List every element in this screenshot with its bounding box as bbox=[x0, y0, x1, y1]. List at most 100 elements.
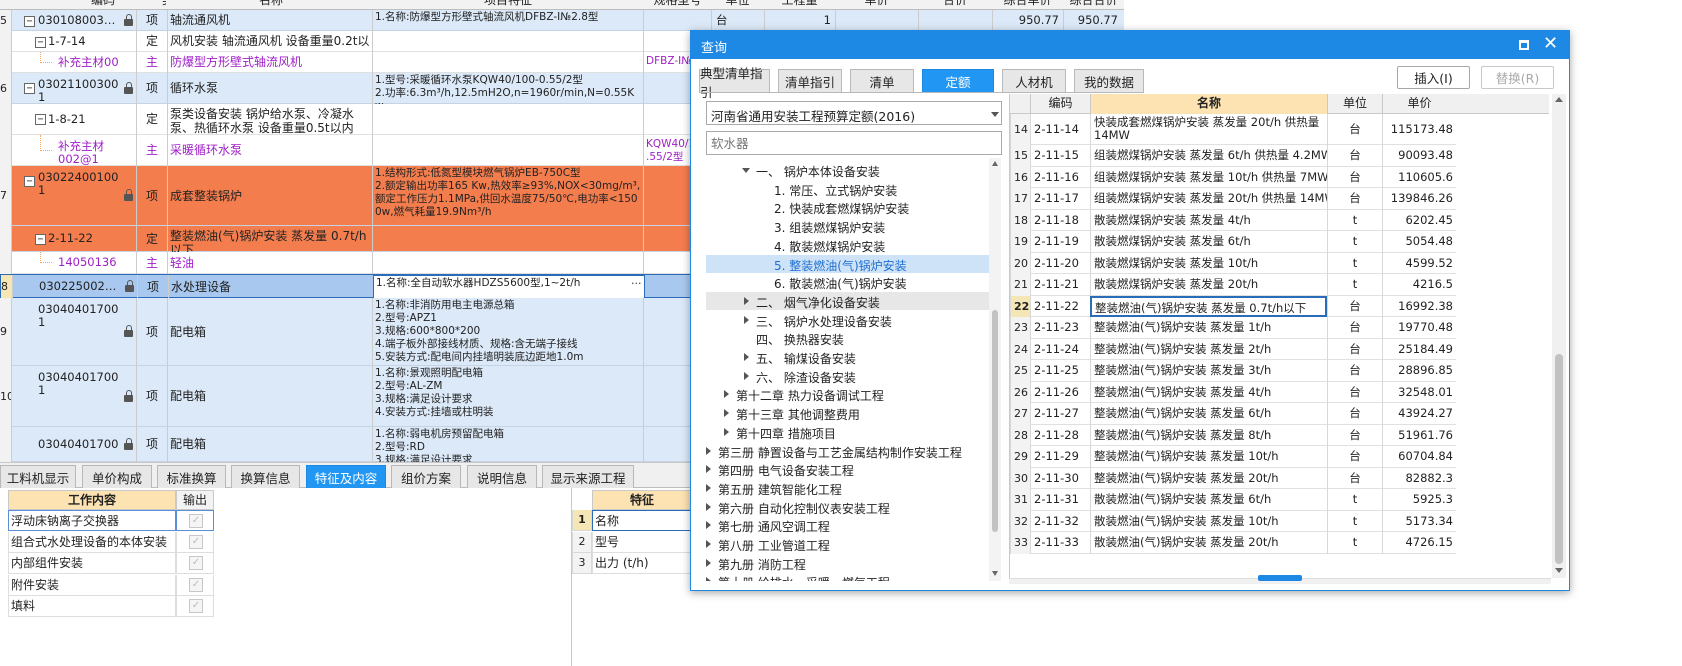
tree-node[interactable]: 4. 散装燃煤锅炉安装 bbox=[706, 236, 989, 254]
dialog-tab[interactable]: 典型清单指引 bbox=[699, 66, 770, 100]
tree-arrow-icon[interactable] bbox=[706, 540, 711, 548]
splitter-handle[interactable] bbox=[1258, 575, 1302, 581]
grid-row[interactable]: 18 2-11-18 散装燃煤锅炉安装 蒸发量 4t/h t 6202.45 bbox=[1010, 209, 1456, 231]
grid-row[interactable]: 26 2-11-26 整装燃油(气)锅炉安装 蒸发量 4t/h 台 32548.01 bbox=[1010, 381, 1456, 403]
grid-row[interactable]: 21 2-11-21 散装燃煤锅炉安装 蒸发量 20t/h t 4216.5 bbox=[1010, 274, 1456, 296]
tree-arrow-icon[interactable] bbox=[706, 577, 711, 581]
dialog-tab[interactable]: 人材机 bbox=[1002, 69, 1066, 93]
grid-row[interactable]: 27 2-11-27 整装燃油(气)锅炉安装 蒸发量 6t/h 台 43924.27 bbox=[1010, 403, 1456, 425]
grid-row[interactable]: 22 2-11-22 整装燃油(气)锅炉安装 蒸发量 0.7t/h以下台 16992.… bbox=[1010, 295, 1456, 317]
grid-row[interactable]: 28 2-11-28 整装燃油(气)锅炉安装 蒸发量 8t/h 台 51961.76 bbox=[1010, 424, 1456, 446]
insert-button[interactable]: 插入(I) bbox=[1397, 66, 1470, 89]
tree-arrow-icon[interactable] bbox=[706, 446, 711, 455]
tree-arrow-icon[interactable] bbox=[742, 168, 750, 173]
feature-row-name[interactable]: 出力 (t/h) bbox=[592, 553, 692, 574]
tree-node[interactable]: 2. 快装成套燃煤锅炉安装 bbox=[706, 198, 989, 216]
tree-arrow-icon[interactable] bbox=[724, 390, 729, 399]
work-content-item[interactable]: 浮动床钠离子交换器 bbox=[8, 510, 176, 531]
grid-col-header[interactable]: 单位 bbox=[1327, 94, 1382, 114]
tree-node[interactable]: 第八册 工业管道工程 bbox=[706, 535, 989, 553]
grid-row[interactable]: 32 2-11-32 散装燃油(气)锅炉安装 蒸发量 10t/h t 5173.34 bbox=[1010, 510, 1456, 532]
maximize-icon[interactable] bbox=[1519, 40, 1529, 50]
tree-arrow-icon[interactable] bbox=[744, 315, 749, 324]
grid-row[interactable]: 19 2-11-19 散装燃煤锅炉安装 蒸发量 6t/h t 5054.48 bbox=[1010, 231, 1456, 253]
tree-arrow-icon[interactable] bbox=[706, 558, 711, 567]
tree-arrow-icon[interactable] bbox=[706, 521, 711, 530]
tree-node[interactable]: 第九册 消防工程 bbox=[706, 554, 989, 572]
dialog-tab[interactable]: 我的数据 bbox=[1074, 69, 1144, 93]
grid-col-header[interactable]: 编码 bbox=[1030, 94, 1090, 114]
grid-row[interactable]: 16 2-11-16 组装燃煤锅炉安装 蒸发量 10t/h 供热量 7MW 台 1106… bbox=[1010, 166, 1456, 188]
row-feature[interactable] bbox=[372, 135, 644, 166]
tree-node[interactable]: 六、 除渣设备安装 bbox=[706, 367, 989, 385]
tree-arrow-icon[interactable] bbox=[744, 353, 749, 361]
close-icon[interactable]: ✕ bbox=[1543, 35, 1558, 53]
dialog-tab[interactable]: 清单 bbox=[850, 69, 914, 93]
tree-arrow-icon[interactable] bbox=[706, 483, 711, 492]
tree-node[interactable]: 第十二章 热力设备调试工程 bbox=[706, 385, 989, 403]
tree-node[interactable]: 二、 烟气净化设备安装 bbox=[706, 291, 989, 310]
work-content-item[interactable]: 组合式水处理设备的本体安装 bbox=[8, 531, 176, 553]
tree-node[interactable]: 3. 组装燃煤锅炉安装 bbox=[706, 217, 989, 235]
tree-node[interactable]: 第六册 自动化控制仪表安装工程 bbox=[706, 498, 989, 516]
checkbox-icon[interactable]: ✓ bbox=[189, 577, 203, 592]
bottom-tab[interactable]: 换算信息 bbox=[231, 465, 300, 488]
collapse-toggle-icon[interactable]: − bbox=[35, 114, 46, 125]
table-row[interactable]: 5−030108003… 项轴流通风机 1.名称:防爆型方形壁式轴流风机DFBZ-I… bbox=[0, 10, 1124, 31]
grid-col-header[interactable]: 单价 bbox=[1382, 94, 1456, 114]
work-content-item[interactable]: 内部组件安装 bbox=[8, 553, 176, 574]
grid-scrollbar[interactable] bbox=[1552, 94, 1566, 578]
row-feature[interactable]: 1.名称:非消防用电主电源总箱 2.型号:APZ1 3.规格:600*800*2… bbox=[372, 298, 644, 366]
bottom-tab[interactable]: 显示来源工程 bbox=[542, 465, 634, 488]
tree-node[interactable]: 第七册 通风空调工程 bbox=[706, 516, 989, 534]
row-feature[interactable] bbox=[372, 31, 644, 52]
tree-node[interactable]: 第四册 电气设备安装工程 bbox=[706, 460, 989, 478]
dialog-tab[interactable]: 定额 bbox=[922, 69, 994, 93]
grid-row[interactable]: 30 2-11-30 整装燃油(气)锅炉安装 蒸发量 20t/h 台 82882.3 bbox=[1010, 467, 1456, 489]
feature-row-name[interactable]: 名称 bbox=[592, 510, 692, 531]
grid-row[interactable]: 15 2-11-15 组装燃煤锅炉安装 蒸发量 6t/h 供热量 4.2MW 台 900… bbox=[1010, 145, 1456, 167]
collapse-toggle-icon[interactable]: − bbox=[35, 36, 46, 48]
grid-row[interactable]: 20 2-11-20 散装燃煤锅炉安装 蒸发量 10t/h t 4599.52 bbox=[1010, 252, 1456, 274]
bottom-tab[interactable]: 单价构成 bbox=[82, 465, 152, 488]
work-content-item[interactable]: 填料 bbox=[8, 596, 176, 617]
row-feature[interactable] bbox=[372, 252, 644, 274]
row-feature[interactable]: 1.名称:全自动软水器HDZS5600型,1~2t/h bbox=[373, 275, 645, 299]
bottom-tab[interactable]: 工料机显示 bbox=[0, 465, 76, 488]
grid-col-header[interactable]: 名称 bbox=[1090, 94, 1327, 114]
grid-row[interactable]: 25 2-11-25 整装燃油(气)锅炉安装 蒸发量 3t/h 台 28896.85 bbox=[1010, 360, 1456, 382]
feature-row-name[interactable]: 型号 bbox=[592, 531, 692, 553]
row-feature[interactable]: 1.结构形式:低氮型模块燃气锅炉EB-750C型 2.额定输出功率165 Kw,… bbox=[372, 166, 644, 226]
checkbox-icon[interactable]: ✓ bbox=[189, 534, 203, 549]
tree-node[interactable]: 第三册 静置设备与工艺金属结构制作安装工程 bbox=[706, 442, 989, 460]
grid-row[interactable]: 14 2-11-14 快装成套燃煤锅炉安装 蒸发量 20t/h 供热量 14MW 台 1… bbox=[1010, 114, 1456, 145]
tree-arrow-icon[interactable] bbox=[706, 465, 711, 474]
row-feature[interactable]: 1.型号:采暖循环水泵KQW40/100-0.55/2型 2.功率:6.3m³/… bbox=[372, 73, 644, 104]
collapse-toggle-icon[interactable]: − bbox=[24, 15, 35, 27]
tree-scrollbar[interactable] bbox=[989, 158, 1001, 581]
row-feature[interactable]: 1.名称:弱电机房预留配电箱 2.型号:RD 3.规格:满足设计要求 bbox=[372, 427, 644, 462]
tree-node[interactable]: 第十四章 措施项目 bbox=[706, 423, 989, 441]
collapse-toggle-icon[interactable]: − bbox=[35, 234, 46, 245]
tree-arrow-icon[interactable] bbox=[744, 296, 749, 305]
tree-node[interactable]: 四、 换热器安装 bbox=[706, 329, 989, 347]
tree-node[interactable]: 5. 整装燃油(气)锅炉安装 bbox=[706, 254, 989, 273]
more-button[interactable]: ··· bbox=[631, 277, 642, 290]
tree-arrow-icon[interactable] bbox=[706, 502, 711, 511]
tree-node[interactable]: 一、 锅炉本体设备安装 bbox=[706, 161, 989, 179]
tree-arrow-icon[interactable] bbox=[724, 427, 729, 436]
bottom-tab[interactable]: 说明信息 bbox=[467, 465, 537, 488]
tree-arrow-icon[interactable] bbox=[744, 371, 749, 380]
grid-row[interactable]: 17 2-11-17 组装燃煤锅炉安装 蒸发量 20t/h 供热量 14MW 台 139… bbox=[1010, 188, 1456, 210]
replace-button[interactable]: 替换(R) bbox=[1481, 66, 1554, 89]
bottom-tab[interactable]: 组价方案 bbox=[391, 465, 461, 488]
search-input[interactable] bbox=[706, 131, 1002, 155]
library-select[interactable]: 河南省通用安装工程预算定额(2016) bbox=[706, 101, 1002, 125]
grid-row[interactable]: 33 2-11-33 散装燃油(气)锅炉安装 蒸发量 20t/h t 4726.15 bbox=[1010, 532, 1456, 554]
tree-arrow-icon[interactable] bbox=[724, 409, 729, 418]
grid-row[interactable]: 24 2-11-24 整装燃油(气)锅炉安装 蒸发量 2t/h 台 25184.49 bbox=[1010, 338, 1456, 360]
collapse-toggle-icon[interactable]: − bbox=[24, 83, 35, 94]
tree-node[interactable]: 1. 常压、立式锅炉安装 bbox=[706, 180, 989, 198]
tree-node[interactable]: 第五册 建筑智能化工程 bbox=[706, 479, 989, 497]
row-feature[interactable]: 1.名称:防爆型方形壁式轴流风机DFBZ-I№2.8型 bbox=[372, 10, 644, 31]
